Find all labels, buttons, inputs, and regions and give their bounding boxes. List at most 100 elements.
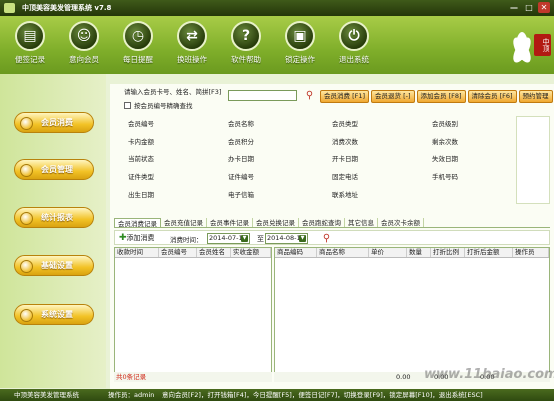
column-header[interactable]: 收款时间 [115,248,159,257]
toolbar-notes-button[interactable]: ▤ 便签记录 [6,21,54,65]
column-header[interactable]: 商品名称 [317,248,369,257]
field-label: 开卡日期 [332,155,358,163]
field-label: 消费次数 [332,138,358,146]
column-header[interactable]: 单价 [369,248,407,257]
consume-details-table[interactable]: 商品编码 商品名称 单价 数量 打折比例 打折后金额 操作员 [274,247,550,381]
member-photo [516,116,550,204]
alarm-clock-icon: ◷ [123,21,153,51]
window-title: 中顶美容美发管理系统 v7.8 [22,4,112,12]
document-icon: ▤ [15,21,45,51]
orb-icon [20,260,33,273]
table-header: 商品编码 商品名称 单价 数量 打折比例 打折后金额 操作员 [275,248,549,258]
time-label: 消费时间： [170,236,203,244]
app-icon [4,3,15,13]
orb-icon [20,212,33,225]
field-label: 会员编号 [128,120,154,128]
power-icon: ⏻ [339,21,369,51]
appointment-button[interactable]: 预约管理 [518,90,553,103]
sidebar-item-reports[interactable]: 统计报表 [14,207,94,228]
chevron-down-icon[interactable]: ▼ [241,235,248,242]
member-search-input[interactable] [228,90,297,101]
close-button[interactable]: ✕ [538,2,550,13]
tab-other-info[interactable]: 其它信息 [345,218,378,227]
search-icon[interactable]: ⚲ [304,90,315,101]
column-header[interactable]: 商品编码 [275,248,317,257]
search-icon[interactable]: ⚲ [321,233,332,244]
sidebar-item-member-manage[interactable]: 会员管理 [14,159,94,180]
maximize-button[interactable]: □ [523,2,535,13]
main-toolbar: ▤ 便签记录 ☺ 意向会员 ◷ 每日提醒 ⇄ 换班操作 ? 软件帮助 ▣ 锁定操作 ⏻ 退出系… [0,16,554,74]
title-bar: 中顶美容美发管理系统 v7.8 — □ ✕ [0,0,554,16]
field-label: 固定电话 [332,173,358,181]
tab-consume-records[interactable]: 会员消费记录 [114,218,161,228]
sidebar-item-member-consume[interactable]: 会员消费 [14,112,94,133]
field-label: 会员积分 [228,138,254,146]
clear-member-button[interactable]: 清除会员 [F6] [467,90,517,103]
toolbar-shift-button[interactable]: ⇄ 换班操作 [168,21,216,65]
field-label: 联系地址 [332,191,358,199]
toolbar-reminder-button[interactable]: ◷ 每日提醒 [114,21,162,65]
date-from-picker[interactable]: 2014-07-12 ▼ [207,233,250,244]
orb-icon [20,309,33,322]
chevron-down-icon[interactable]: ▼ [299,235,306,242]
minimize-button[interactable]: — [508,2,520,13]
record-count: 共0条记录 [114,372,272,382]
member-return-button[interactable]: 会员退货 [-] [371,90,415,103]
column-header[interactable]: 实收金额 [231,248,271,257]
swap-arrows-icon: ⇄ [177,21,207,51]
tab-redeem-records[interactable]: 会员兑换记录 [253,218,299,227]
status-bar: 中顶美容美发管理系统 操作员：admin 意向会员[F2]，打开钱箱[F4]，今… [0,389,554,401]
main-panel: 请输入会员卡号、姓名、简拼[F3] ⚲ 按会员编号精确查找 会员消费 [F1] … [110,84,554,389]
toolbar-exit-button[interactable]: ⏻ 退出系统 [330,21,378,65]
search-label: 请输入会员卡号、姓名、简拼[F3] [124,88,222,96]
help-icon: ? [231,21,261,51]
member-consume-button[interactable]: 会员消费 [F1] [320,90,370,103]
field-label: 卡内金额 [128,138,154,146]
filter-bar: ✚添加消费 消费时间： 2014-07-12 ▼ 至 2014-08-12 ▼ ⚲ [114,230,550,245]
status-app-name: 中顶美容美发管理系统 [14,391,79,399]
watermark: www.11baiao.com [424,367,554,382]
brand-logo: 中顶 [534,34,551,56]
tab-recharge-records[interactable]: 会员充值记录 [161,218,207,227]
column-header[interactable]: 打折比例 [431,248,465,257]
plus-icon: ✚ [119,233,127,243]
field-label: 证件类型 [128,173,154,181]
column-header[interactable]: 操作员 [513,248,549,257]
tab-card-balance[interactable]: 会员次卡余额 [378,218,424,227]
action-buttons: 会员消费 [F1] 会员退货 [-] 添加会员 [F8] 清除会员 [F6] 预… [320,90,554,104]
field-label: 证件编号 [228,173,254,181]
field-label: 剩余次数 [432,138,458,146]
field-label: 办卡日期 [228,155,254,163]
exact-match-checkbox[interactable]: 按会员编号精确查找 [124,100,193,110]
lock-icon: ▣ [285,21,315,51]
toolbar-prospects-button[interactable]: ☺ 意向会员 [60,21,108,65]
sidebar-item-system-settings[interactable]: 系统设置 [14,304,94,325]
field-label: 会员级别 [432,120,458,128]
sidebar: 会员消费 会员管理 统计报表 基础设置 系统设置 [0,74,106,388]
date-to-picker[interactable]: 2014-08-12 ▼ [265,233,308,244]
app-window: 中顶美容美发管理系统 v7.8 — □ ✕ ▤ 便签记录 ☺ 意向会员 ◷ 每日提醒 … [0,0,554,401]
column-header[interactable]: 会员姓名 [197,248,231,257]
consume-records-table[interactable]: 收款时间 会员编号 会员姓名 实收金额 [114,247,272,381]
status-shortcuts: 意向会员[F2]，打开钱箱[F4]，今日提醒[F5]，便签日记[F7]，切换登录… [162,391,483,399]
sidebar-item-basic-settings[interactable]: 基础设置 [14,255,94,276]
toolbar-help-button[interactable]: ? 软件帮助 [222,21,270,65]
tab-event-records[interactable]: 会员事件记录 [207,218,253,227]
field-label: 电子信箱 [228,191,254,199]
field-label: 当前状态 [128,155,154,163]
column-header[interactable]: 数量 [407,248,431,257]
column-header[interactable]: 会员编号 [159,248,197,257]
column-header[interactable]: 打折后金额 [465,248,513,257]
to-label: 至 [257,235,264,243]
checkbox-box[interactable] [124,101,131,109]
record-tabs: 会员消费记录 会员充值记录 会员事件记录 会员兑换记录 会员跑蛇查询 其它信息 … [114,218,550,228]
total-value: 0.00 [396,373,411,381]
tab-tracking-query[interactable]: 会员跑蛇查询 [299,218,345,227]
toolbar-lock-button[interactable]: ▣ 锁定操作 [276,21,324,65]
add-consume-button[interactable]: ✚添加消费 [119,233,155,243]
field-label: 出生日期 [128,191,154,199]
status-operator: 操作员：admin [108,391,155,399]
person-icon: ☺ [69,21,99,51]
member-info-grid: 会员编号 会员名称 会员类型 会员级别 卡内金额 会员积分 消费次数 剩余次数 … [114,116,510,202]
add-member-button[interactable]: 添加会员 [F8] [416,90,466,103]
